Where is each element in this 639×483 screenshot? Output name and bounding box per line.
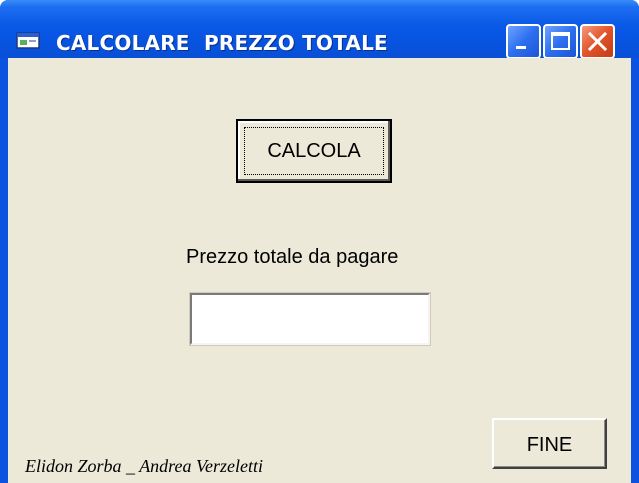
maximize-button[interactable] bbox=[543, 24, 578, 59]
prezzo-totale-field[interactable] bbox=[189, 292, 431, 346]
close-button[interactable] bbox=[580, 24, 615, 59]
title-bar[interactable]: CALCOLARE PREZZO TOTALE bbox=[0, 0, 639, 59]
window-title: CALCOLARE PREZZO TOTALE bbox=[56, 31, 388, 55]
form-client-area: CALCOLA Prezzo totale da pagare FINE Eli… bbox=[8, 58, 631, 483]
minimize-button[interactable] bbox=[506, 24, 541, 59]
authors-credit-label: Elidon Zorba _ Andrea Verzeletti bbox=[25, 456, 263, 476]
prezzo-totale-label: Prezzo totale da pagare bbox=[186, 246, 399, 268]
fine-button[interactable]: FINE bbox=[492, 418, 607, 469]
maximize-icon bbox=[551, 32, 570, 50]
calcola-button[interactable]: CALCOLA bbox=[236, 119, 392, 183]
close-icon bbox=[587, 31, 608, 52]
fine-button-label: FINE bbox=[526, 434, 573, 456]
form-window-icon[interactable] bbox=[16, 31, 44, 51]
minimize-icon bbox=[516, 46, 526, 49]
app-window: CALCOLARE PREZZO TOTALE CALCOLA Prezzo t… bbox=[0, 0, 639, 483]
calcola-button-label: CALCOLA bbox=[267, 140, 361, 162]
